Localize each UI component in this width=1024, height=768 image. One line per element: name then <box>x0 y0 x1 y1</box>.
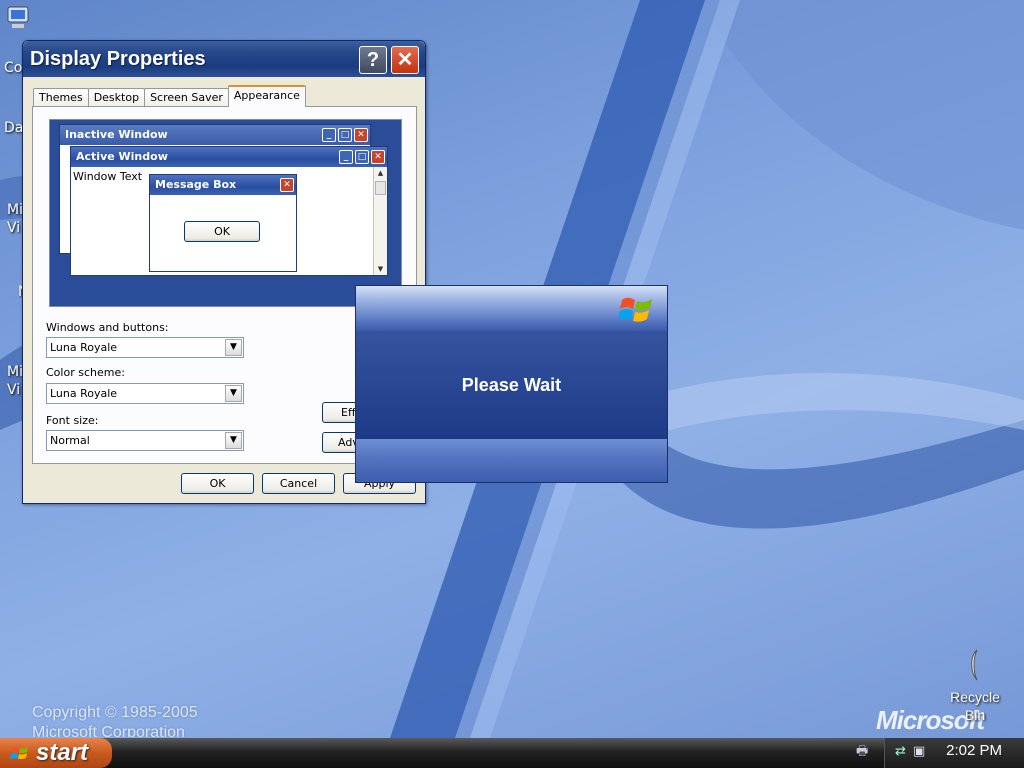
window-titlebar[interactable]: Display Properties ? ✕ <box>23 41 425 77</box>
scroll-down-icon: ▼ <box>377 265 384 273</box>
chevron-down-icon[interactable]: ▼ <box>225 339 242 356</box>
windows-buttons-label: Windows and buttons: <box>46 321 169 334</box>
close-button[interactable]: ✕ <box>391 46 419 74</box>
chevron-down-icon[interactable]: ▼ <box>225 432 242 449</box>
scroll-up-icon: ▲ <box>377 169 384 177</box>
wait-footer <box>356 439 667 482</box>
tab-screen-saver[interactable]: Screen Saver <box>144 88 229 107</box>
clock[interactable]: 2:02 PM <box>946 742 1002 759</box>
minimize-icon: _ <box>339 150 353 164</box>
preview-scrollbar: ▲ ▼ <box>373 167 387 275</box>
preview-window-text: Window Text <box>73 170 143 183</box>
cancel-button[interactable]: Cancel <box>262 473 335 494</box>
start-button[interactable]: start <box>0 738 112 768</box>
close-icon: ✕ <box>371 150 385 164</box>
color-scheme-value: Luna Royale <box>50 387 118 400</box>
preview-ok-button: OK <box>184 221 260 242</box>
scroll-thumb <box>375 181 386 195</box>
preview-message-box-title: Message Box <box>155 178 237 191</box>
windows-flag-icon <box>619 297 652 322</box>
color-scheme-label: Color scheme: <box>46 366 125 379</box>
help-icon: ? <box>366 49 380 71</box>
close-icon: ✕ <box>396 49 414 71</box>
tray-printer-icon[interactable]: 🖶 <box>856 745 870 759</box>
tab-strip: Themes Desktop Screen Saver Appearance <box>33 85 306 107</box>
wait-message: Please Wait <box>461 374 562 395</box>
preview-active-controls: _ □ ✕ <box>339 150 385 164</box>
copyright-text: Copyright © 1985-2005 Microsoft Corporat… <box>32 703 292 737</box>
preview-active-title: Active Window <box>76 150 168 163</box>
minimize-icon: _ <box>322 128 336 142</box>
font-size-select[interactable]: Normal ▼ <box>46 430 244 451</box>
preview-active-titlebar: Active Window _ □ ✕ <box>71 147 387 167</box>
appearance-preview: Inactive Window _ □ ✕ Active Window _ □ … <box>49 119 402 307</box>
windows-logo-icon <box>10 746 28 759</box>
windows-buttons-value: Luna Royale <box>50 341 118 354</box>
preview-message-box: Message Box ✕ OK <box>149 174 297 272</box>
system-tray: ⇄ ▣ 2:02 PM <box>884 738 1024 768</box>
font-size-label: Font size: <box>46 414 99 427</box>
tab-themes[interactable]: Themes <box>33 88 89 107</box>
wait-header <box>356 286 667 331</box>
recycle-bin-icon <box>971 649 978 681</box>
desktop-icon-label: Da <box>4 120 24 136</box>
copyright-line-1: Copyright © 1985-2005 <box>32 704 198 721</box>
network-icon[interactable]: ⇄ <box>895 745 909 759</box>
recycle-bin-label: Recycle Bin <box>950 689 1000 723</box>
desktop-icon-recycle-bin[interactable]: Recycle Bin <box>944 648 1006 724</box>
preview-inactive-titlebar: Inactive Window _ □ ✕ <box>60 125 370 145</box>
computer-icon <box>7 6 29 28</box>
maximize-icon: □ <box>355 150 369 164</box>
window-title: Display Properties <box>30 47 206 70</box>
close-icon: ✕ <box>280 178 294 192</box>
desktop-icon-2[interactable]: Da <box>4 120 23 136</box>
preview-inactive-controls: _ □ ✕ <box>322 128 368 142</box>
monitor-icon[interactable]: ▣ <box>913 745 927 759</box>
wait-body: Please Wait <box>356 331 667 439</box>
tab-desktop[interactable]: Desktop <box>87 88 146 107</box>
help-button[interactable]: ? <box>359 46 387 74</box>
maximize-icon: □ <box>338 128 352 142</box>
start-label: start <box>36 739 89 766</box>
please-wait-dialog: Please Wait <box>355 285 668 483</box>
preview-message-box-controls: ✕ <box>280 178 294 192</box>
tab-appearance[interactable]: Appearance <box>227 85 306 107</box>
color-scheme-select[interactable]: Luna Royale ▼ <box>46 383 244 404</box>
preview-inactive-title: Inactive Window <box>65 128 168 141</box>
chevron-down-icon[interactable]: ▼ <box>225 385 242 402</box>
font-size-value: Normal <box>50 434 90 447</box>
ok-button[interactable]: OK <box>181 473 254 494</box>
windows-buttons-select[interactable]: Luna Royale ▼ <box>46 337 244 358</box>
preview-message-box-titlebar: Message Box ✕ <box>150 175 296 195</box>
close-icon: ✕ <box>354 128 368 142</box>
taskbar: start 🖶 ⇄ ▣ 2:02 PM <box>0 738 1024 768</box>
copyright-line-2: Microsoft Corporation <box>32 724 185 737</box>
